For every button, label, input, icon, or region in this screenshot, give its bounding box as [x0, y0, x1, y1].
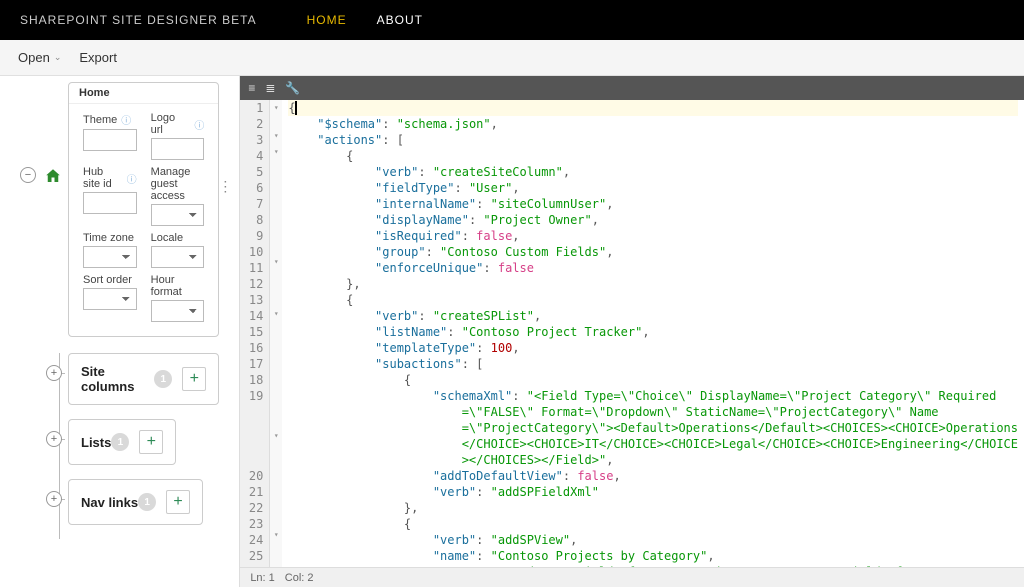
home-card-title: Home: [69, 83, 218, 104]
manage-guest-select[interactable]: [151, 204, 205, 226]
add-item-button[interactable]: +: [182, 367, 206, 391]
count-badge: 1: [111, 433, 129, 451]
editor-status-bar: Ln: 1 Col: 2: [240, 567, 1024, 587]
home-card: Home Theme ⓘ Logo url ⓘ: [68, 82, 219, 337]
section-card[interactable]: Site columns 1 +: [68, 353, 219, 405]
status-col: Col: 2: [285, 572, 314, 584]
sort-order-label: Sort order: [83, 274, 137, 286]
section-title: Site columns: [81, 364, 154, 394]
logo-url-input[interactable]: [151, 138, 205, 160]
home-icon: [44, 167, 62, 185]
top-nav: SHAREPOINT SITE DESIGNER BETA HOME ABOUT: [0, 0, 1024, 40]
brand-title: SHAREPOINT SITE DESIGNER BETA: [20, 13, 257, 27]
info-icon[interactable]: ⓘ: [194, 117, 204, 132]
section-title: Nav links: [81, 495, 138, 510]
chevron-down-icon: ⌄: [54, 52, 62, 63]
section-title: Lists: [81, 435, 111, 450]
count-badge: 1: [138, 493, 156, 511]
settings-icon[interactable]: 🔧: [285, 81, 300, 95]
indent-left-icon[interactable]: ≡: [248, 81, 255, 95]
expand-section-button[interactable]: +: [46, 365, 62, 381]
json-editor[interactable]: 1234567891011121314151617181920212223242…: [240, 100, 1024, 567]
indent-right-icon[interactable]: ≣: [265, 81, 275, 95]
add-item-button[interactable]: +: [166, 490, 190, 514]
collapse-home-button[interactable]: −: [20, 167, 36, 183]
hour-format-select[interactable]: [151, 300, 205, 322]
expand-section-button[interactable]: +: [46, 491, 62, 507]
file-toolbar: Open⌄ Export: [0, 40, 1024, 76]
manage-guest-label: Manage guest access: [151, 166, 205, 202]
theme-label: Theme ⓘ: [83, 112, 137, 127]
locale-select[interactable]: [151, 246, 205, 268]
logo-url-label: Logo url ⓘ: [151, 112, 205, 136]
theme-input[interactable]: [83, 129, 137, 151]
hub-site-id-input[interactable]: [83, 192, 137, 214]
status-line: Ln: 1: [250, 572, 274, 584]
hour-format-label: Hour format: [151, 274, 205, 298]
section-card[interactable]: Nav links 1 +: [68, 479, 203, 525]
hub-site-id-label: Hub site id ⓘ: [83, 166, 137, 190]
count-badge: 1: [154, 370, 172, 388]
time-zone-label: Time zone: [83, 232, 137, 244]
nav-about[interactable]: ABOUT: [377, 13, 423, 27]
time-zone-select[interactable]: [83, 246, 137, 268]
info-icon[interactable]: ⓘ: [127, 171, 137, 186]
export-button[interactable]: Export: [79, 50, 117, 65]
locale-label: Locale: [151, 232, 205, 244]
add-item-button[interactable]: +: [139, 430, 163, 454]
editor-toolbar: ≡ ≣ 🔧: [240, 76, 1024, 100]
more-options-icon[interactable]: ⋮: [218, 184, 232, 188]
nav-home[interactable]: HOME: [307, 13, 347, 27]
info-icon[interactable]: ⓘ: [121, 112, 131, 127]
sort-order-select[interactable]: [83, 288, 137, 310]
expand-section-button[interactable]: +: [46, 431, 62, 447]
section-card[interactable]: Lists 1 +: [68, 419, 176, 465]
open-menu[interactable]: Open⌄: [18, 50, 61, 65]
